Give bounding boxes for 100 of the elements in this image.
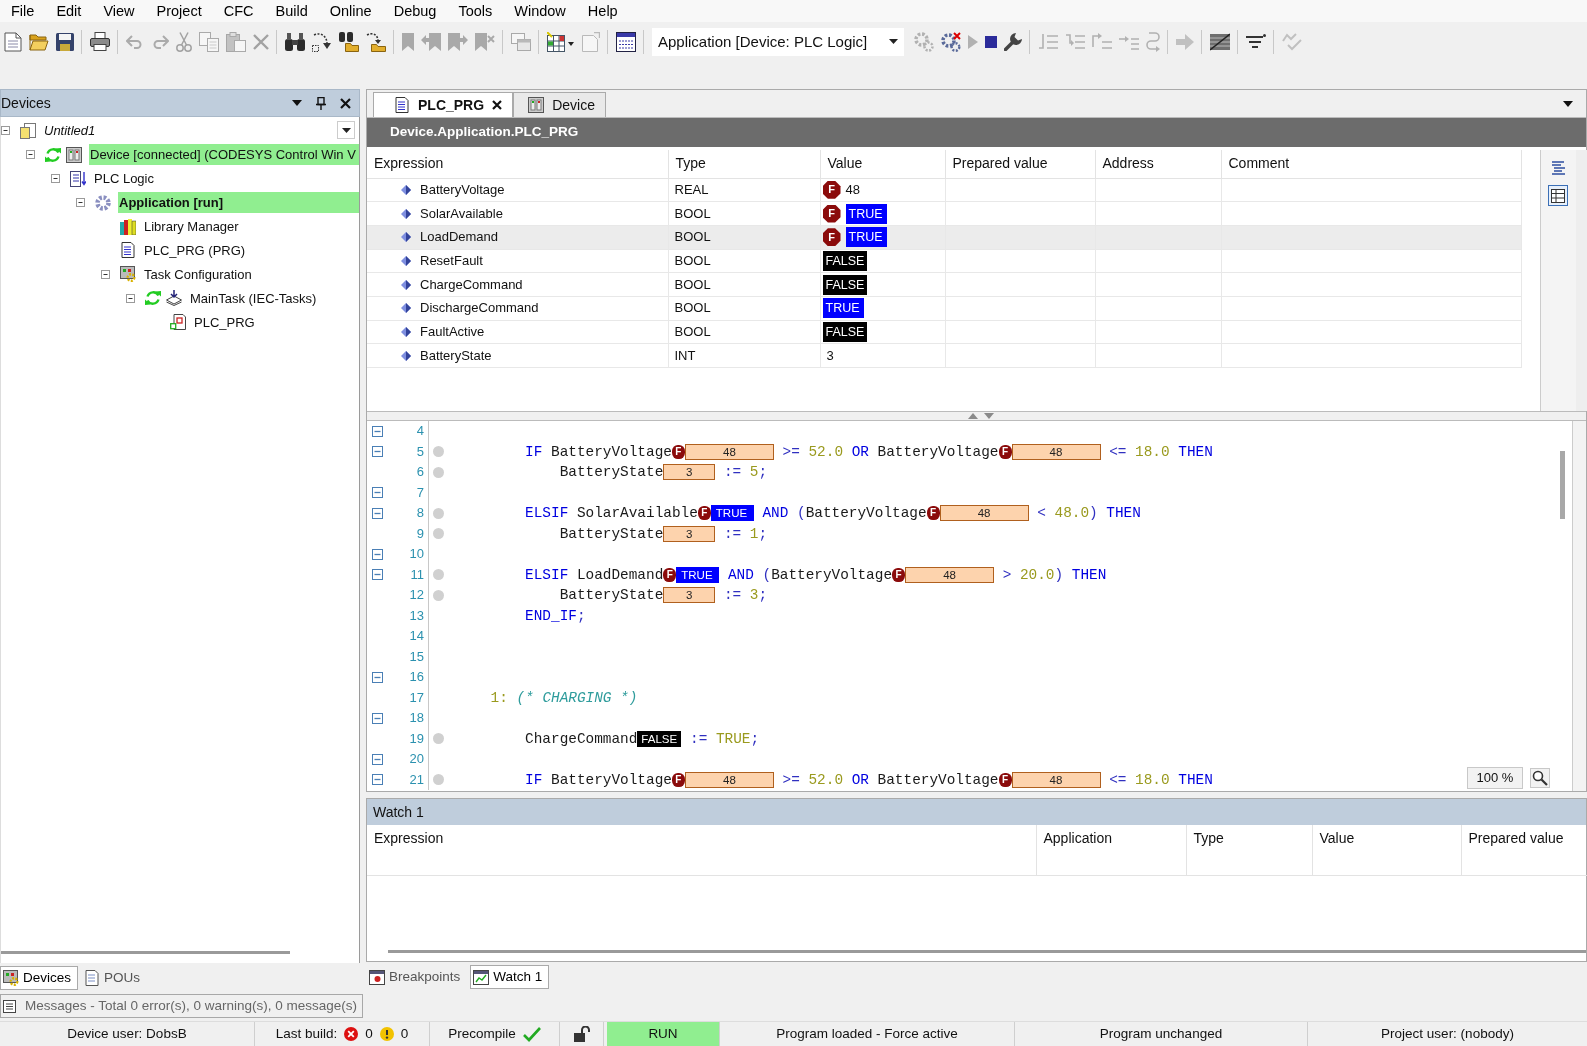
panel-tab[interactable]: POUs (81, 966, 148, 990)
tree-item[interactable]: Task Configuration (143, 263, 254, 285)
application-selector[interactable]: Application [Device: PLC Logic] (652, 27, 905, 56)
caret-icon[interactable] (341, 127, 351, 133)
table-row[interactable]: FaultActive BOOL FALSE (367, 320, 1521, 344)
diamond-icon (401, 184, 411, 195)
menu-item[interactable]: Build (264, 0, 319, 22)
column-header[interactable]: Type (668, 150, 820, 178)
menu-item[interactable]: Window (503, 0, 577, 22)
dashed-arrow-icon[interactable] (311, 31, 332, 52)
column-header[interactable]: Type (1186, 825, 1312, 875)
tree-item[interactable]: PLC Logic (93, 168, 156, 190)
collapse-icon[interactable] (76, 198, 85, 208)
number-literal: TRUE (715, 730, 751, 747)
table-cell: BOOL (668, 296, 820, 321)
number-literal: 3 (749, 587, 759, 603)
table-row[interactable]: SolarAvailable BOOL F TRUE (367, 201, 1521, 226)
operator: > (1002, 566, 1012, 583)
collapse-icon[interactable] (101, 269, 110, 279)
collapse-icon[interactable] (1, 126, 10, 136)
scrollbar-track[interactable] (1572, 421, 1586, 791)
menu-item[interactable]: Project (145, 0, 213, 22)
panel-tab[interactable]: Devices (0, 966, 78, 990)
menu-item[interactable]: View (92, 0, 146, 22)
operator: >= (782, 443, 800, 460)
menu-item[interactable]: Tools (447, 0, 504, 22)
dashed-arrow-folder-icon[interactable] (365, 31, 386, 52)
column-header[interactable]: Application (1036, 825, 1186, 875)
folder-icon[interactable] (28, 32, 49, 51)
editor-tab[interactable]: PLC_PRG (373, 92, 514, 117)
new-document-icon[interactable] (3, 31, 22, 52)
collapse-icon[interactable] (51, 174, 60, 184)
caret-icon[interactable] (889, 39, 899, 44)
menu-item[interactable]: Online (318, 0, 383, 22)
binoculars-icon[interactable] (284, 32, 305, 51)
up-triangle-icon[interactable] (967, 413, 978, 419)
tree-item[interactable]: Library Manager (143, 216, 241, 237)
operator: := (723, 525, 742, 542)
diamond-icon (401, 255, 411, 266)
menu-item[interactable]: File (0, 0, 46, 22)
horizontal-scrollbar[interactable] (388, 950, 1586, 953)
monitor-value: 3 (663, 587, 716, 604)
tree-item[interactable]: PLC_PRG (193, 311, 257, 333)
striped-grid-icon[interactable] (1209, 32, 1230, 51)
column-header[interactable]: Comment (1221, 150, 1521, 178)
collapse-icon[interactable] (26, 150, 35, 160)
close-icon[interactable] (340, 97, 351, 109)
tree-item[interactable]: Device [connected] (CODESYS Control Win V (89, 144, 359, 166)
down-triangle-icon[interactable] (983, 413, 994, 419)
panel-tab[interactable]: Watch 1 (470, 965, 550, 989)
table-row[interactable]: LoadDemand BOOL F TRUE (367, 225, 1521, 250)
forced-badge: F (671, 772, 685, 787)
horizontal-scrollbar[interactable] (1, 951, 290, 954)
binoculars-folder-icon[interactable] (338, 31, 359, 52)
tree-item[interactable]: PLC_PRG (PRG) (143, 239, 248, 261)
zoom-field[interactable]: 100 % (1467, 767, 1523, 789)
close-icon[interactable] (492, 100, 503, 110)
caret-icon[interactable] (292, 100, 302, 106)
grid-dropdown-icon[interactable] (546, 31, 575, 52)
table-row[interactable]: ChargeCommand BOOL FALSE (367, 272, 1521, 297)
panel-tab[interactable]: Breakpoints (366, 965, 468, 989)
operator: ) (1089, 505, 1098, 521)
messages-tab[interactable]: Messages - Total 0 error(s), 0 warning(s), 0 message(s) (0, 994, 364, 1018)
menu-item[interactable]: Help (576, 0, 629, 22)
status-text: Project user: (nobody) (1381, 1025, 1514, 1043)
tree-item[interactable]: Untitled1 (43, 120, 98, 142)
column-header[interactable]: Prepared value (945, 150, 1095, 178)
menu-item[interactable]: Debug (382, 0, 448, 22)
gears-cross-icon[interactable] (940, 31, 961, 52)
tree-item[interactable]: MainTask (IEC-Tasks) (189, 287, 319, 309)
column-header[interactable]: Address (1095, 150, 1221, 178)
dropdown-button[interactable] (337, 121, 355, 139)
table-row[interactable]: DischargeCommand BOOL TRUE (367, 296, 1521, 321)
column-header[interactable]: Prepared value (1461, 825, 1587, 875)
collapse-icon[interactable] (126, 293, 135, 303)
column-header[interactable]: Value (1312, 825, 1461, 875)
vertical-scrollbar[interactable] (1560, 451, 1565, 519)
pin-icon[interactable] (316, 96, 326, 110)
stop-icon[interactable] (984, 35, 997, 48)
printer-icon[interactable] (89, 32, 110, 51)
magnifier-icon[interactable] (1530, 768, 1550, 788)
menu-item[interactable]: Edit (45, 0, 93, 22)
filter-lines-icon[interactable] (1245, 33, 1266, 50)
column-header[interactable]: Value (820, 150, 945, 178)
wrench-icon[interactable] (1003, 32, 1022, 51)
table-row[interactable]: BatteryVoltage REAL F 48 (367, 178, 1521, 202)
view-toggle[interactable] (1548, 184, 1568, 207)
column-header[interactable]: Expression (367, 825, 1036, 875)
open-padlock-icon[interactable] (573, 1026, 590, 1042)
table-row[interactable]: BatteryState INT 3 (367, 343, 1521, 368)
tree-item[interactable]: Application [run] (118, 192, 359, 214)
grid-window-icon[interactable] (615, 31, 636, 52)
editor-tab[interactable]: Device (513, 92, 606, 117)
number-literal: 5 (749, 464, 759, 480)
keyword: THEN (1178, 443, 1213, 460)
column-header[interactable]: Expression (367, 150, 668, 178)
table-row[interactable]: ResetFault BOOL FALSE (367, 249, 1521, 273)
caret-icon[interactable] (1563, 101, 1573, 107)
diamond-icon (401, 279, 411, 290)
menu-item[interactable]: CFC (212, 0, 265, 22)
